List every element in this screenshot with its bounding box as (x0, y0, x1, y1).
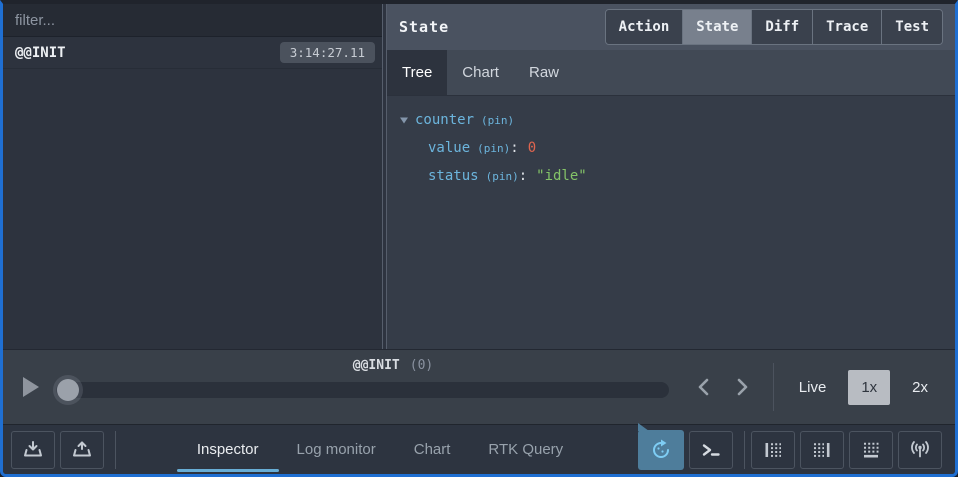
filter-input[interactable] (3, 4, 382, 37)
step-forward-button[interactable] (731, 376, 753, 398)
key-value-separator: : (519, 168, 527, 184)
export-button[interactable] (60, 431, 104, 469)
chevron-left-icon (693, 376, 715, 398)
speed-2x-button[interactable]: 2x (908, 371, 932, 404)
live-button[interactable]: Live (795, 371, 831, 404)
playback-divider (773, 363, 774, 411)
history-icon (649, 438, 673, 462)
dispatcher-button[interactable] (689, 431, 733, 469)
playback-bar: @@INIT (0) Live 1x 2x (3, 349, 955, 424)
footer-divider (115, 431, 116, 469)
import-button[interactable] (11, 431, 55, 469)
current-action-label: @@INIT (0) (353, 358, 433, 373)
tree-key[interactable]: value (428, 140, 470, 156)
state-tree: counter (pin) value (pin) : 0 status (pi… (387, 96, 955, 349)
inspector-header: State Action State Diff Trace Test (387, 4, 955, 50)
action-list-item[interactable]: @@INIT 3:14:27.11 (3, 37, 382, 69)
current-action-index: (0) (410, 358, 433, 373)
dock-left-icon (761, 438, 785, 462)
footer-divider (744, 431, 745, 469)
redux-devtools-window: @@INIT 3:14:27.11 State Action State Dif… (0, 0, 958, 477)
speed-1x-button[interactable]: 1x (848, 370, 890, 405)
key-value-separator: : (510, 140, 518, 156)
record-history-button[interactable] (638, 430, 684, 470)
play-icon (17, 374, 43, 400)
timeline-slider[interactable] (56, 382, 669, 398)
tree-node-status: status (pin) : "idle" (399, 162, 955, 190)
export-icon (70, 438, 94, 462)
dock-bottom-button[interactable] (849, 431, 893, 469)
current-action-name: @@INIT (353, 358, 400, 373)
main-area: @@INIT 3:14:27.11 State Action State Dif… (3, 4, 955, 349)
tree-node-counter[interactable]: counter (pin) (399, 106, 955, 134)
pin-button[interactable]: (pin) (477, 142, 510, 155)
footer-right-controls (638, 430, 947, 470)
tree-key[interactable]: status (428, 168, 479, 184)
expand-arrow-icon[interactable] (399, 115, 409, 125)
monitor-tabs: Inspector Log monitor Chart RTK Query (122, 435, 638, 464)
panel-title: State (399, 18, 449, 36)
tab-inspector[interactable]: Inspector (197, 435, 259, 464)
import-icon (21, 438, 45, 462)
tree-value-number: 0 (528, 140, 536, 156)
tab-test[interactable]: Test (881, 10, 942, 44)
step-back-button[interactable] (693, 376, 715, 398)
view-mode-bar: Tree Chart Raw (387, 50, 955, 96)
tab-state[interactable]: State (682, 10, 751, 44)
tree-key[interactable]: counter (415, 112, 474, 128)
inspector-tab-group: Action State Diff Trace Test (605, 9, 943, 45)
tab-chart[interactable]: Chart (414, 435, 451, 464)
dock-bottom-icon (859, 438, 883, 462)
tab-action[interactable]: Action (606, 10, 683, 44)
subtab-chart[interactable]: Chart (447, 50, 514, 95)
tab-diff[interactable]: Diff (751, 10, 812, 44)
inspector-panel: State Action State Diff Trace Test Tree … (387, 4, 955, 349)
chevron-right-icon (731, 376, 753, 398)
subtab-raw[interactable]: Raw (514, 50, 574, 95)
tree-node-value: value (pin) : 0 (399, 134, 955, 162)
action-name: @@INIT (15, 45, 66, 61)
dock-right-button[interactable] (800, 431, 844, 469)
slider-thumb[interactable] (57, 379, 79, 401)
action-timestamp-badge: 3:14:27.11 (280, 42, 375, 63)
play-button[interactable] (17, 374, 43, 400)
tree-value-string: "idle" (536, 168, 587, 184)
dock-right-icon (810, 438, 834, 462)
broadcast-icon (908, 438, 932, 462)
action-list-panel: @@INIT 3:14:27.11 (3, 4, 382, 349)
terminal-icon (699, 438, 723, 462)
dock-left-button[interactable] (751, 431, 795, 469)
pin-button[interactable]: (pin) (486, 170, 519, 183)
tab-trace[interactable]: Trace (812, 10, 881, 44)
remote-button[interactable] (898, 431, 942, 469)
highlight-notch (638, 423, 649, 431)
footer-bar: Inspector Log monitor Chart RTK Query (3, 424, 955, 474)
pin-button[interactable]: (pin) (481, 114, 514, 127)
subtab-tree[interactable]: Tree (387, 50, 447, 95)
tab-rtk-query[interactable]: RTK Query (488, 435, 563, 464)
tab-log-monitor[interactable]: Log monitor (297, 435, 376, 464)
